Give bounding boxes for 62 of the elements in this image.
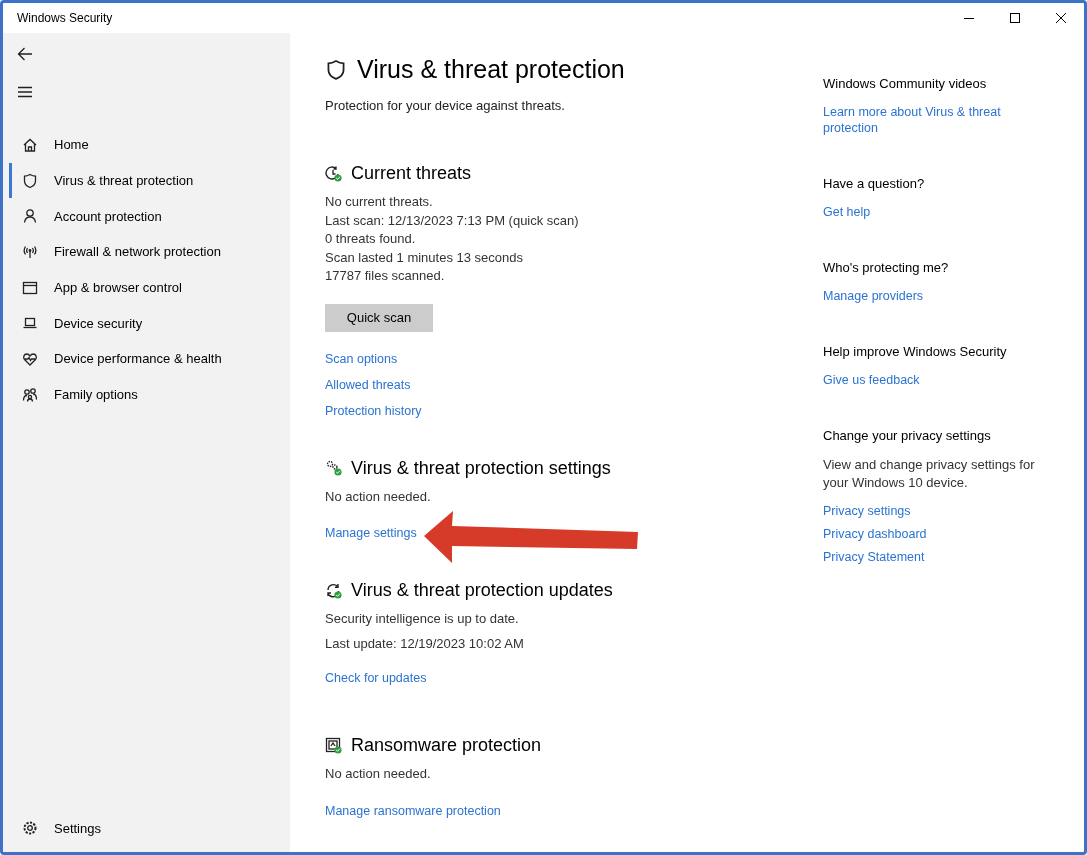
link[interactable]: Privacy settings	[823, 503, 911, 519]
clock-check-icon	[325, 164, 343, 183]
link[interactable]: Learn more about Virus & threat protection	[823, 104, 1038, 136]
status-text: No current threats.	[325, 193, 434, 211]
window-title: Windows Security	[17, 11, 114, 25]
gears-check-icon	[325, 459, 343, 477]
status-text: Last scan: 12/13/2023 7:13 PM (quick scan)	[325, 211, 579, 230]
section-heading: Virus & threat protection settings	[351, 457, 611, 479]
menu-icon	[17, 86, 33, 98]
section-heading: Virus & threat protection updates	[351, 580, 613, 601]
aside-heading: Help improve Windows Security	[823, 344, 1007, 359]
family-icon	[22, 386, 38, 403]
section-heading: Ransomware protection	[351, 735, 542, 756]
aside-heading: Change your privacy settings	[823, 428, 991, 443]
back-arrow-icon	[17, 47, 33, 61]
link[interactable]: Manage providers	[823, 288, 924, 304]
link[interactable]: Manage settings	[325, 526, 417, 540]
link[interactable]: Check for updates	[325, 671, 427, 685]
link[interactable]: Privacy Statement	[823, 549, 925, 565]
nav-item[interactable]: App & browser control	[9, 269, 290, 306]
page-title: Virus & threat protection	[357, 55, 625, 84]
status-text: No action needed.	[325, 487, 431, 506]
aside-text: View and change privacy settings for your Windows 10 device.	[823, 456, 1036, 492]
aside-heading: Have a question?	[823, 176, 925, 191]
nav-item[interactable]: Account protection	[9, 198, 290, 235]
aside-heading: Who's protecting me?	[823, 260, 949, 275]
page-subtitle: Protection for your device against threats.	[325, 98, 566, 113]
shield-icon	[22, 172, 38, 189]
shield-icon	[325, 57, 347, 82]
nav-item[interactable]: Virus & threat protection	[9, 162, 290, 199]
ransomware-check-icon	[325, 736, 343, 755]
settings-icon	[22, 820, 38, 837]
nav-item[interactable]: Family options	[9, 376, 290, 413]
close-icon	[1056, 13, 1066, 23]
antenna-icon	[22, 243, 38, 260]
nav-item[interactable]: Firewall & network protection	[9, 234, 290, 270]
maximize-icon	[1010, 13, 1020, 23]
person-icon	[22, 208, 38, 225]
window-icon	[22, 279, 38, 296]
status-text: No action needed.	[325, 765, 431, 783]
home-icon	[22, 136, 38, 153]
status-text: Last update: 12/19/2023 10:02 AM	[325, 634, 524, 653]
nav-item[interactable]: Home	[9, 127, 290, 163]
refresh-check-icon	[325, 581, 343, 600]
section-heading: Current threats	[351, 163, 472, 184]
status-text: Scan lasted 1 minutes 13 seconds	[325, 248, 524, 267]
link[interactable]: Scan options	[325, 351, 422, 366]
nav-item[interactable]: Device performance & health	[9, 341, 290, 377]
link[interactable]: Give us feedback	[823, 372, 920, 388]
link[interactable]: Allowed threats	[325, 377, 422, 392]
link[interactable]: Privacy dashboard	[823, 526, 927, 542]
status-text: 17787 files scanned.	[325, 267, 446, 285]
quick-scan-button[interactable]: Quick scan	[325, 303, 433, 332]
link[interactable]: Get help	[823, 204, 871, 220]
link[interactable]: Protection history	[325, 403, 422, 418]
nav-item[interactable]: Device security	[9, 305, 290, 342]
aside-heading: Windows Community videos	[823, 76, 987, 91]
settings-nav-item[interactable]: Settings	[9, 810, 290, 846]
heart-icon	[22, 350, 38, 367]
status-text: Security intelligence is up to date.	[325, 610, 520, 628]
link[interactable]: Manage ransomware protection	[325, 803, 501, 818]
status-text: 0 threats found.	[325, 230, 417, 248]
